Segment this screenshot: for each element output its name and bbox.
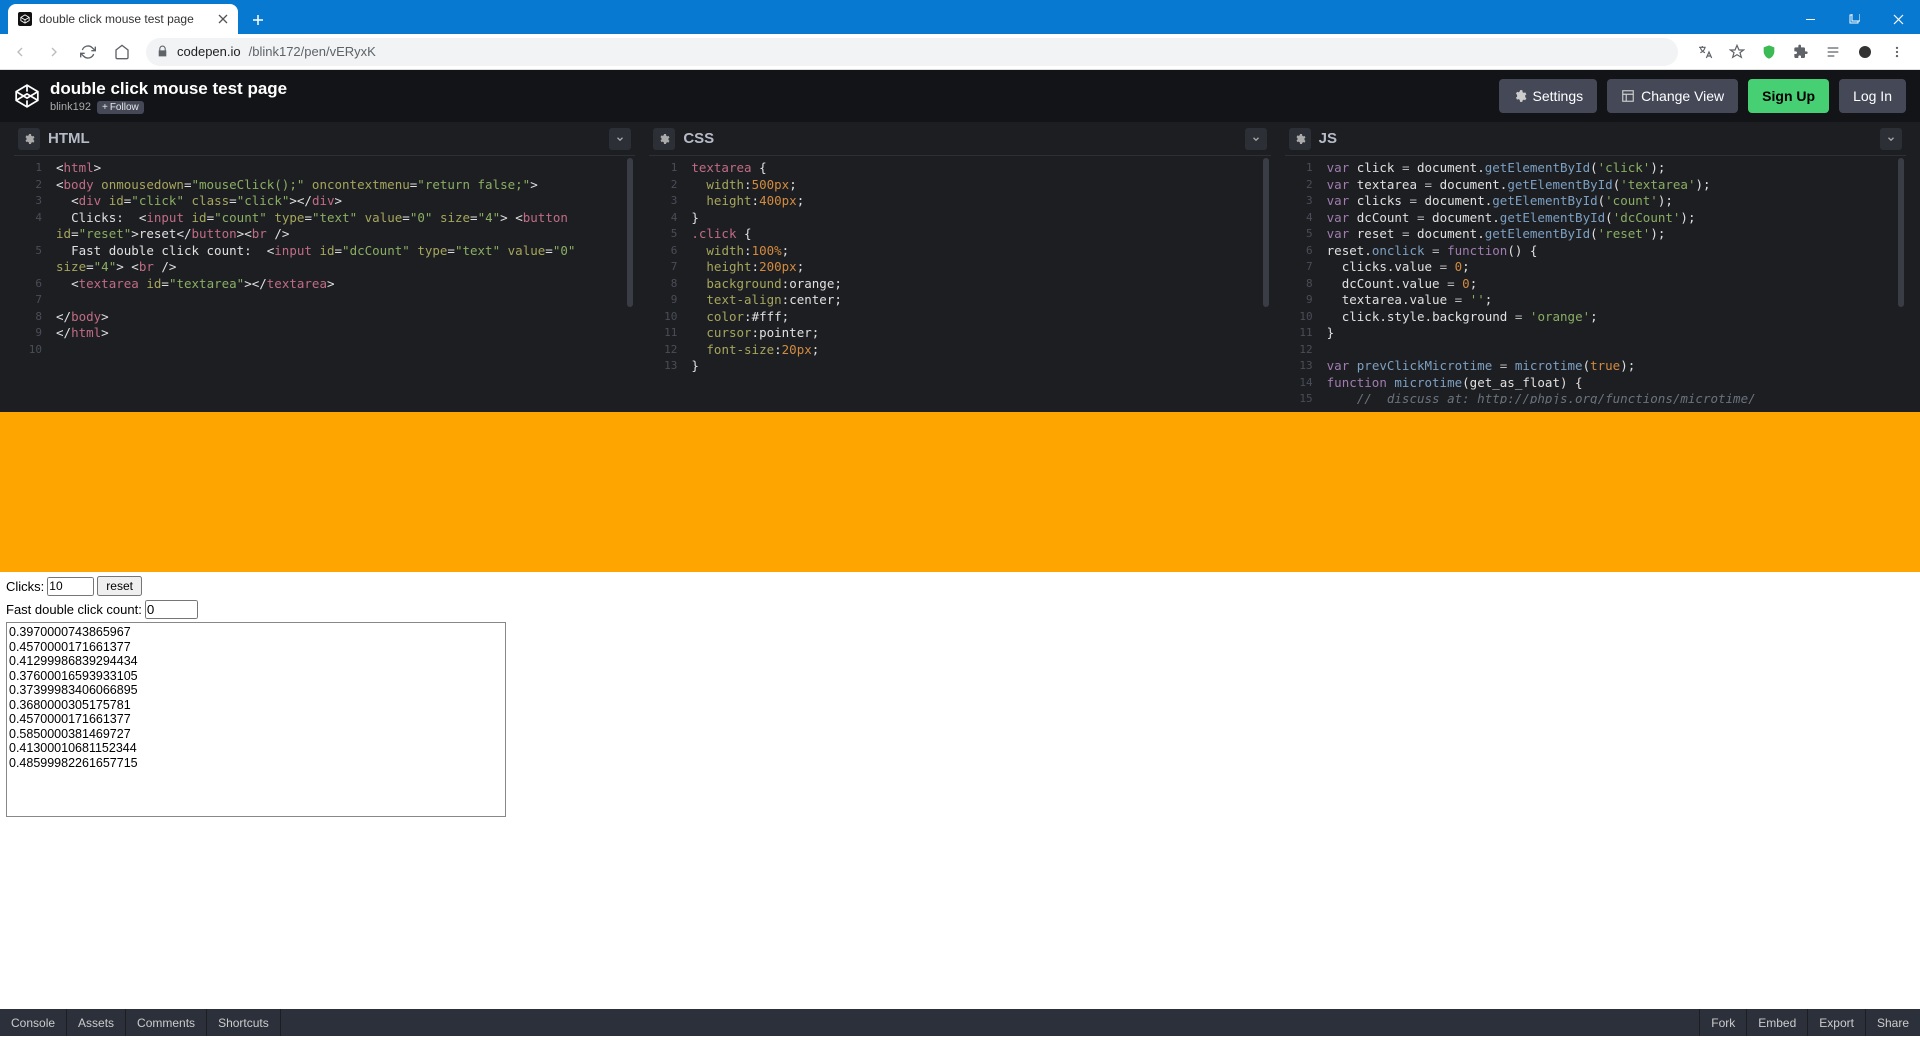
gear-icon xyxy=(1513,89,1527,103)
codepen-footer: Console Assets Comments Shortcuts Fork E… xyxy=(0,1009,1920,1036)
home-button[interactable] xyxy=(108,38,136,66)
result-pane: Clicks: reset Fast double click count: xyxy=(0,412,1920,1009)
gear-icon[interactable] xyxy=(653,128,675,150)
forward-button[interactable] xyxy=(40,38,68,66)
click-area[interactable] xyxy=(0,412,1920,572)
extension-icons xyxy=(1688,43,1914,61)
chevron-down-icon[interactable] xyxy=(609,128,631,150)
html-editor-title: HTML xyxy=(48,130,90,147)
dc-input[interactable] xyxy=(145,600,198,619)
signup-button[interactable]: Sign Up xyxy=(1748,79,1829,113)
js-editor: JS 123456789101112131415 var click = doc… xyxy=(1285,122,1906,404)
url-path: /blink172/pen/vERyxK xyxy=(249,44,376,59)
tab-favicon-icon xyxy=(18,12,32,26)
new-tab-button[interactable] xyxy=(244,6,272,34)
css-code[interactable]: textarea { width:500px; height:400px; } … xyxy=(691,160,1270,375)
pen-author[interactable]: blink192 xyxy=(50,101,91,113)
js-code[interactable]: var click = document.getElementById('cli… xyxy=(1327,160,1906,404)
window-controls xyxy=(1788,4,1920,34)
dc-label: Fast double click count: xyxy=(6,602,142,617)
maximize-button[interactable] xyxy=(1832,4,1876,34)
shield-icon[interactable] xyxy=(1760,43,1778,61)
reload-button[interactable] xyxy=(74,38,102,66)
fork-button[interactable]: Fork xyxy=(1699,1009,1746,1036)
css-editor-body[interactable]: 12345678910111213 textarea { width:500px… xyxy=(649,156,1270,404)
menu-icon[interactable] xyxy=(1888,43,1906,61)
html-editor: HTML 12345678910 <html> <body onmousedow… xyxy=(14,122,635,404)
js-editor-body[interactable]: 123456789101112131415 var click = docume… xyxy=(1285,156,1906,404)
tab-title: double click mouse test page xyxy=(39,12,211,26)
chevron-down-icon[interactable] xyxy=(1880,128,1902,150)
translate-icon[interactable] xyxy=(1696,43,1714,61)
editor-row: HTML 12345678910 <html> <body onmousedow… xyxy=(0,122,1920,412)
change-view-button[interactable]: Change View xyxy=(1607,79,1738,113)
browser-tabstrip: double click mouse test page xyxy=(0,0,1920,34)
assets-button[interactable]: Assets xyxy=(67,1009,126,1036)
follow-button[interactable]: +Follow xyxy=(97,101,144,114)
login-button[interactable]: Log In xyxy=(1839,79,1906,113)
line-gutter: 123456789101112131415 xyxy=(1285,160,1321,404)
gear-icon[interactable] xyxy=(1289,128,1311,150)
close-window-button[interactable] xyxy=(1876,4,1920,34)
reading-list-icon[interactable] xyxy=(1824,43,1842,61)
js-editor-title: JS xyxy=(1319,130,1337,147)
codepen-logo-icon[interactable] xyxy=(14,83,40,109)
pen-title-block: double click mouse test page blink192 +F… xyxy=(50,79,287,114)
clicks-input[interactable] xyxy=(47,577,94,596)
comments-button[interactable]: Comments xyxy=(126,1009,207,1036)
css-editor-title: CSS xyxy=(683,130,714,147)
address-bar: codepen.io/blink172/pen/vERyxK xyxy=(0,34,1920,70)
html-code[interactable]: <html> <body onmousedown="mouseClick();"… xyxy=(56,160,635,342)
close-icon[interactable] xyxy=(218,14,228,24)
line-gutter: 12345678910 xyxy=(14,160,50,358)
timings-textarea[interactable] xyxy=(6,622,506,817)
codepen-header: double click mouse test page blink192 +F… xyxy=(0,70,1920,122)
chevron-down-icon[interactable] xyxy=(1245,128,1267,150)
browser-tab[interactable]: double click mouse test page xyxy=(8,4,238,34)
scrollbar[interactable] xyxy=(1898,158,1904,307)
html-editor-header: HTML xyxy=(14,122,635,156)
css-editor: CSS 12345678910111213 textarea { width:5… xyxy=(649,122,1270,404)
line-gutter: 12345678910111213 xyxy=(649,160,685,375)
layout-icon xyxy=(1621,89,1635,103)
lock-icon xyxy=(156,45,169,58)
export-button[interactable]: Export xyxy=(1807,1009,1865,1036)
embed-button[interactable]: Embed xyxy=(1746,1009,1807,1036)
pen-title: double click mouse test page xyxy=(50,79,287,99)
scrollbar[interactable] xyxy=(1263,158,1269,307)
url-input[interactable]: codepen.io/blink172/pen/vERyxK xyxy=(146,38,1678,66)
star-icon[interactable] xyxy=(1728,43,1746,61)
scrollbar[interactable] xyxy=(627,158,633,307)
minimize-button[interactable] xyxy=(1788,4,1832,34)
console-button[interactable]: Console xyxy=(0,1009,67,1036)
extension-icon[interactable] xyxy=(1856,43,1874,61)
reset-button[interactable]: reset xyxy=(97,576,142,596)
js-editor-header: JS xyxy=(1285,122,1906,156)
back-button[interactable] xyxy=(6,38,34,66)
extensions-icon[interactable] xyxy=(1792,43,1810,61)
url-host: codepen.io xyxy=(177,44,241,59)
gear-icon[interactable] xyxy=(18,128,40,150)
settings-button[interactable]: Settings xyxy=(1499,79,1598,113)
css-editor-header: CSS xyxy=(649,122,1270,156)
share-button[interactable]: Share xyxy=(1865,1009,1920,1036)
html-editor-body[interactable]: 12345678910 <html> <body onmousedown="mo… xyxy=(14,156,635,404)
shortcuts-button[interactable]: Shortcuts xyxy=(207,1009,281,1036)
clicks-label: Clicks: xyxy=(6,579,44,594)
